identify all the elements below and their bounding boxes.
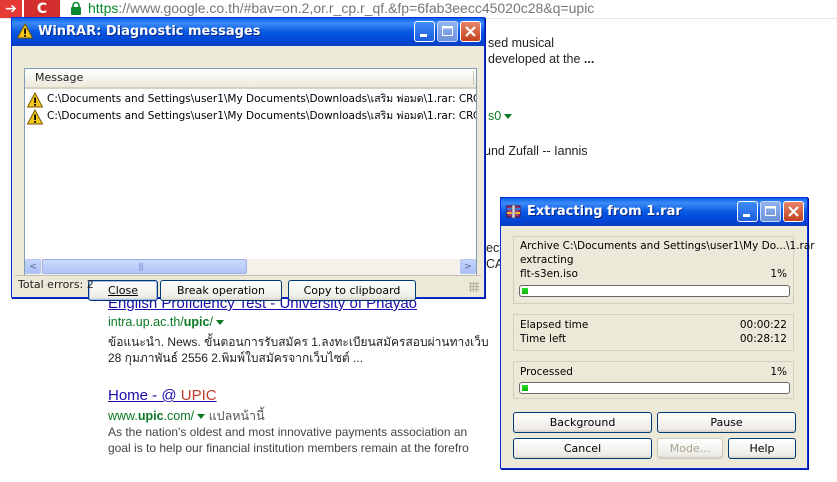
minimize-icon xyxy=(420,34,427,37)
message-column-header[interactable]: Message xyxy=(25,69,476,89)
dropdown-arrow-icon[interactable] xyxy=(215,320,224,326)
time-group: Elapsed time 00:00:22 Time left 00:28:12 xyxy=(513,314,794,351)
progress-segment xyxy=(522,385,528,391)
result-snippet: goal is to help our financial institutio… xyxy=(108,441,469,455)
time-left-value: 00:28:12 xyxy=(739,333,787,345)
warning-icon xyxy=(17,23,33,39)
window-title: Extracting from 1.rar xyxy=(527,204,682,219)
result-title-link[interactable]: Home - @ UPIC xyxy=(108,387,217,404)
file-progress-fill xyxy=(522,288,530,294)
lock-icon xyxy=(71,2,81,15)
mode-button[interactable]: Mode... xyxy=(657,438,723,459)
status-bar: Total errors: 2 xyxy=(15,275,481,294)
extract-body: Archive C:\Documents and Settings\user1\… xyxy=(504,226,815,465)
pause-button[interactable]: Pause xyxy=(657,412,796,433)
diagnostic-window: WinRAR: Diagnostic messages Message C:\D… xyxy=(11,17,485,301)
scroll-left-button[interactable]: < xyxy=(25,259,41,274)
result-cite: intra.up.ac.th/upic/ xyxy=(108,315,224,329)
warning-icon xyxy=(27,109,43,125)
processed-percent: 1% xyxy=(770,366,787,378)
help-button[interactable]: Help xyxy=(728,438,796,459)
extract-window: Extracting from 1.rar Archive C:\Documen… xyxy=(500,197,815,469)
snippet-fragment: und Zufall -- Iannis xyxy=(484,144,588,158)
background-button[interactable]: Background xyxy=(513,412,652,433)
close-window-button[interactable] xyxy=(460,21,481,42)
translate-link[interactable]: แปลหน้านี้ xyxy=(209,409,265,423)
progress-segment xyxy=(522,288,528,294)
dropdown-arrow-icon[interactable] xyxy=(197,414,206,420)
current-file: flt-s3en.iso xyxy=(520,268,578,280)
scroll-right-button[interactable]: > xyxy=(460,259,476,274)
file-percent: 1% xyxy=(770,268,787,280)
diagnostic-body: Message C:\Documents and Settings\user1\… xyxy=(15,46,481,301)
processed-progress-bar xyxy=(519,382,790,394)
maximize-icon xyxy=(765,206,776,216)
maximize-icon xyxy=(442,26,453,36)
reload-icon[interactable]: C xyxy=(24,0,60,18)
cancel-button[interactable]: Cancel xyxy=(513,438,652,459)
url-text[interactable]: https://www.google.co.th/#bav=on.2,or.r_… xyxy=(88,0,594,17)
scrollbar-thumb[interactable] xyxy=(42,259,247,274)
dropdown-arrow-icon[interactable] xyxy=(504,114,513,120)
snippet-fragment: developed at the ... xyxy=(488,52,595,66)
processed-progress-fill xyxy=(522,385,530,391)
minimize-button[interactable] xyxy=(737,201,758,222)
horizontal-scrollbar[interactable]: < > xyxy=(24,259,477,276)
result-snippet: As the nation's oldest and most innovati… xyxy=(108,425,468,439)
elapsed-time-label: Elapsed time xyxy=(520,319,589,331)
current-action: extracting xyxy=(520,254,574,266)
minimize-button[interactable] xyxy=(414,21,435,42)
close-window-button[interactable] xyxy=(783,201,804,222)
snippet-fragment: sed musical xyxy=(488,36,554,50)
back-arrow-icon[interactable]: ➔ xyxy=(0,0,22,18)
resize-grip-icon[interactable] xyxy=(469,282,479,292)
extract-titlebar[interactable]: Extracting from 1.rar xyxy=(501,198,807,226)
cite-fragment: s0 xyxy=(488,109,513,123)
archive-path: Archive C:\Documents and Settings\user1\… xyxy=(520,240,815,252)
error-count: Total errors: 2 xyxy=(18,278,94,291)
close-icon xyxy=(788,206,799,217)
result-snippet: 28 กุมภาพันธ์ 2556 2.พิมพ์ใบสมัครจากเว็บ… xyxy=(108,351,364,365)
maximize-button[interactable] xyxy=(437,21,458,42)
processed-group: Processed 1% xyxy=(513,361,794,399)
file-progress-bar xyxy=(519,285,790,297)
close-icon xyxy=(465,26,476,37)
processed-label: Processed xyxy=(520,366,573,378)
time-left-label: Time left xyxy=(520,333,567,345)
winrar-archive-icon xyxy=(506,204,521,219)
warning-icon xyxy=(27,92,43,108)
archive-info-group: Archive C:\Documents and Settings\user1\… xyxy=(513,236,815,304)
message-list[interactable]: Message C:\Documents and Settings\user1\… xyxy=(24,68,477,261)
minimize-icon xyxy=(743,214,750,217)
result-cite: www.upic.com/ แปลหน้านี้ xyxy=(108,409,265,423)
diagnostic-titlebar[interactable]: WinRAR: Diagnostic messages xyxy=(12,18,484,46)
maximize-button[interactable] xyxy=(760,201,781,222)
window-title: WinRAR: Diagnostic messages xyxy=(38,24,261,39)
elapsed-time-value: 00:00:22 xyxy=(739,319,787,331)
